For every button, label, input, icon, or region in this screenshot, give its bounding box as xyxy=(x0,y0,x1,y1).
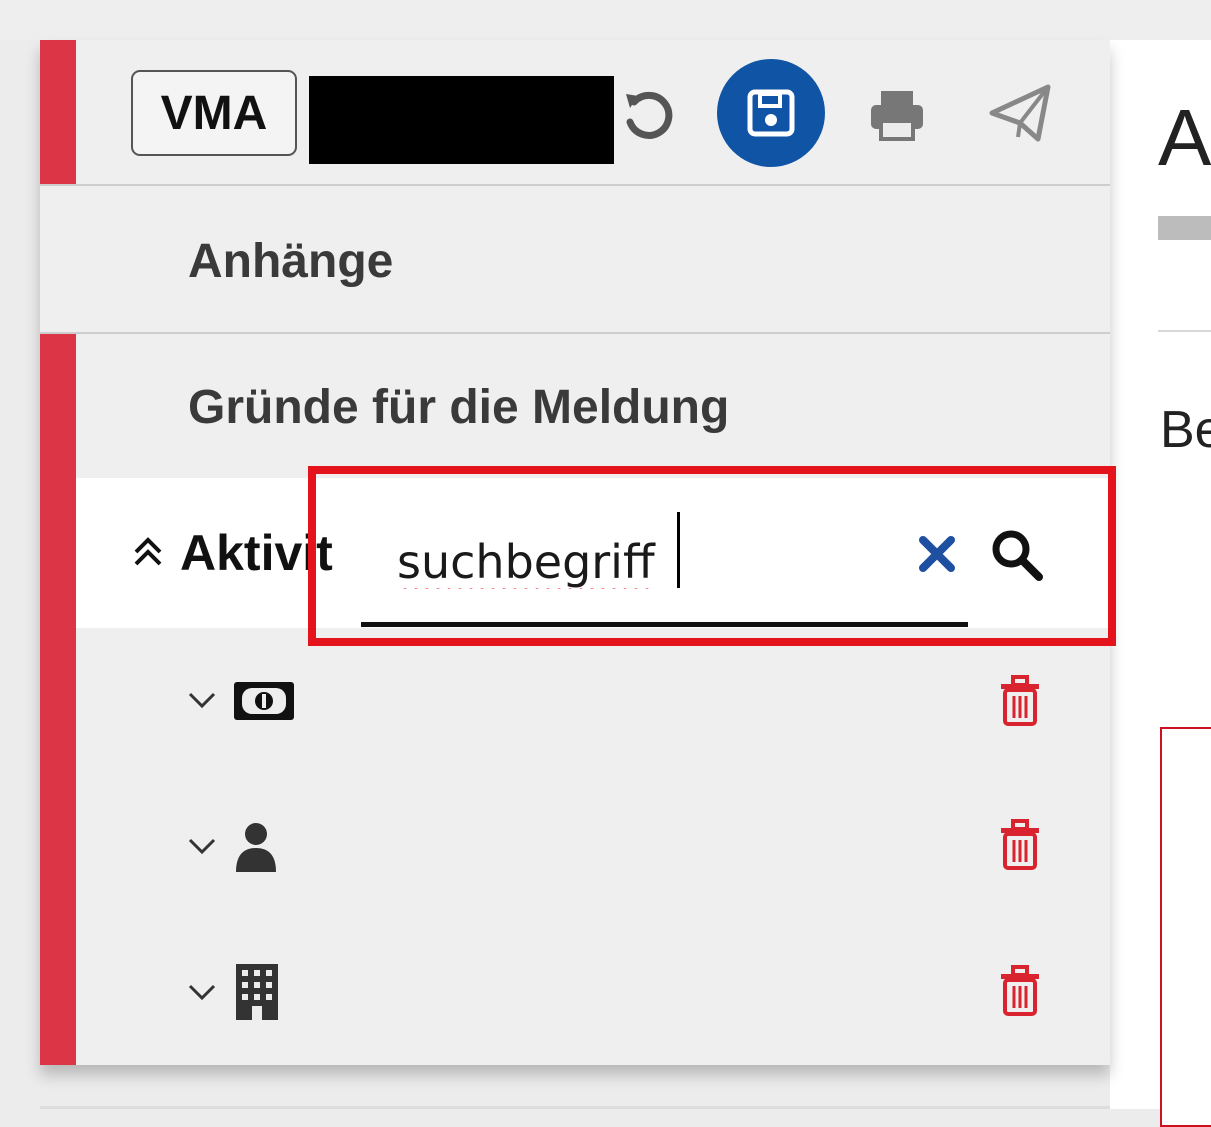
delete-icon[interactable] xyxy=(997,674,1043,728)
top-strip xyxy=(0,0,1211,40)
section-anhaenge[interactable]: Anhänge xyxy=(40,186,1110,334)
section-gruende[interactable]: Gründe für die Meldung xyxy=(40,334,1110,478)
main-input-box[interactable] xyxy=(1160,727,1211,1127)
send-button[interactable] xyxy=(985,78,1055,148)
close-icon xyxy=(919,536,955,572)
gruende-red-marker xyxy=(40,334,76,478)
paper-plane-icon xyxy=(989,84,1051,142)
save-floppy-icon xyxy=(747,89,795,137)
money-bill-icon xyxy=(234,682,294,720)
section-title-anhaenge: Anhänge xyxy=(188,235,394,288)
main-divider xyxy=(1158,330,1211,332)
delete-icon[interactable] xyxy=(997,818,1043,872)
main-heading-underline xyxy=(1158,216,1211,240)
main-heading: A xyxy=(1158,93,1211,182)
undo-icon xyxy=(626,91,673,139)
collapse-chevron-icon[interactable] xyxy=(128,532,168,572)
clear-search-button[interactable] xyxy=(913,530,961,578)
search-underline xyxy=(361,622,968,627)
aktivitaeten-red-marker xyxy=(40,478,76,1065)
save-button[interactable] xyxy=(717,59,825,167)
delete-icon[interactable] xyxy=(997,964,1043,1018)
main-field-label: Be xyxy=(1160,401,1211,459)
search-icon xyxy=(992,530,1043,581)
building-icon xyxy=(236,964,278,1020)
print-button[interactable] xyxy=(862,80,932,150)
undo-button[interactable] xyxy=(616,76,680,156)
toolbar-red-marker xyxy=(40,40,76,184)
text-caret xyxy=(677,512,680,588)
section-title-aktivitaeten: Aktivit xyxy=(180,525,333,581)
chevron-down-icon[interactable] xyxy=(184,828,220,864)
chevron-down-icon[interactable] xyxy=(184,682,220,718)
redacted-block xyxy=(309,76,614,164)
search-field xyxy=(361,503,967,627)
search-input[interactable] xyxy=(361,503,901,621)
search-button[interactable] xyxy=(988,526,1046,584)
chevron-down-icon[interactable] xyxy=(184,974,220,1010)
user-icon xyxy=(236,823,276,872)
vma-badge: VMA xyxy=(131,70,297,156)
print-icon xyxy=(871,91,923,141)
list-item[interactable] xyxy=(76,920,1110,1060)
section-title-gruende: Gründe für die Meldung xyxy=(188,381,730,434)
